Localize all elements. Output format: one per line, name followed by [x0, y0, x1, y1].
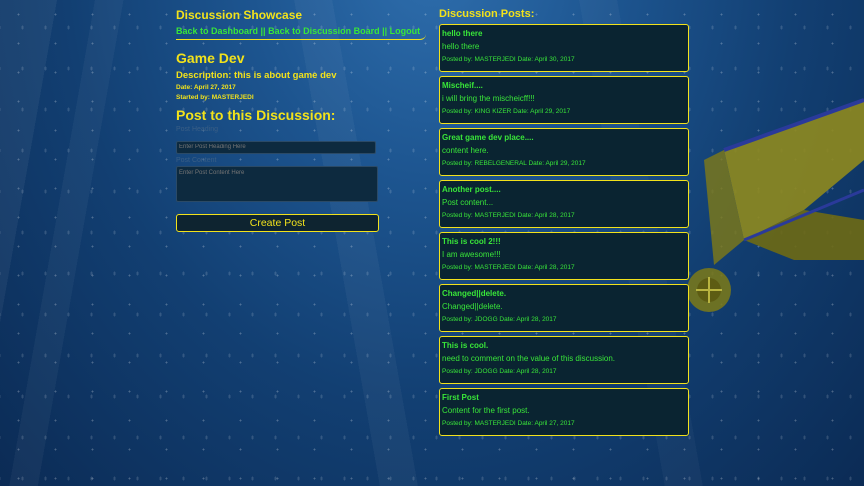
post-heading: This is cool.: [442, 341, 489, 350]
post-meta: Posted by: MASTERJEDI Date: April 27, 20…: [442, 420, 575, 427]
post-meta: Posted by: KING KIZER Date: April 29, 20…: [442, 108, 571, 115]
nav-separator: ||: [258, 26, 269, 36]
post-heading: This is cool 2!!!: [442, 237, 501, 246]
post-heading-label: Post Heading: [176, 126, 219, 133]
post-content: i will bring the mischeicff!!!: [442, 94, 535, 103]
post-heading: Mischeif....: [442, 81, 483, 90]
back-to-discussion-board-link[interactable]: Back to Discussion Board: [268, 26, 380, 36]
post-content: Post content...: [442, 198, 494, 207]
discussion-description: Description: this is about game dev: [176, 70, 337, 81]
logout-link[interactable]: Logout: [390, 26, 421, 36]
discussion-date: Date: April 27, 2017: [176, 84, 236, 91]
post-heading: Changed||delete.: [442, 289, 507, 298]
post-heading-input[interactable]: [176, 140, 376, 154]
post-meta: Posted by: JDOGG Date: April 28, 2017: [442, 316, 557, 323]
post-content: need to comment on the value of this dis…: [442, 354, 615, 363]
right-column: Discussion Posts: hello there hello ther…: [439, 8, 689, 440]
post-card: Another post.... Post content... Posted …: [439, 180, 689, 228]
create-post-button[interactable]: Create Post: [176, 213, 379, 232]
background-light-rays: [0, 0, 864, 486]
discussion-title: Game Dev: [176, 50, 245, 66]
posts-list: hello there hello there Posted by: MASTE…: [439, 24, 689, 436]
post-card: First Post Content for the first post. P…: [439, 388, 689, 436]
underwater-airplane-icon: [687, 98, 864, 312]
post-meta: Posted by: REBELGENERAL Date: April 29, …: [442, 160, 586, 167]
nav-links: Back to Dashboard || Back to Discussion …: [176, 26, 426, 40]
post-meta: Posted by: MASTERJEDI Date: April 28, 20…: [442, 264, 575, 271]
post-card: This is cool 2!!! I am awesome!!! Posted…: [439, 232, 689, 280]
posts-title: Discussion Posts:: [439, 8, 535, 20]
post-card: hello there hello there Posted by: MASTE…: [439, 24, 689, 72]
back-to-dashboard-link[interactable]: Back to Dashboard: [176, 26, 258, 36]
post-meta: Posted by: JDOGG Date: April 28, 2017: [442, 368, 557, 375]
post-heading: hello there: [442, 29, 483, 38]
post-card: Mischeif.... i will bring the mischeicff…: [439, 76, 689, 124]
post-heading: Another post....: [442, 185, 501, 194]
post-heading: First Post: [442, 393, 479, 402]
post-content: content here.: [442, 146, 489, 155]
post-card: Great game dev place.... content here. P…: [439, 128, 689, 176]
post-heading: Great game dev place....: [442, 133, 534, 142]
post-card: Changed||delete. Changed||delete. Posted…: [439, 284, 689, 332]
post-content-input[interactable]: [176, 165, 378, 202]
left-column: Discussion Showcase Back to Dashboard ||…: [176, 8, 426, 232]
post-content: I am awesome!!!: [442, 250, 501, 259]
post-content: Changed||delete.: [442, 302, 503, 311]
discussion-started-by: Started by: MASTERJEDI: [176, 94, 254, 101]
post-content: hello there: [442, 42, 480, 51]
post-content-label: Post Content: [176, 156, 217, 164]
post-form-heading: Post to this Discussion:: [176, 107, 336, 123]
post-meta: Posted by: MASTERJEDI Date: April 28, 20…: [442, 212, 575, 219]
post-meta: Posted by: MASTERJEDI Date: April 30, 20…: [442, 56, 575, 63]
nav-separator: ||: [379, 26, 390, 36]
site-title: Discussion Showcase: [176, 8, 303, 22]
post-content: Content for the first post.: [442, 406, 530, 415]
post-card: This is cool. need to comment on the val…: [439, 336, 689, 384]
background-particles: [0, 0, 864, 486]
